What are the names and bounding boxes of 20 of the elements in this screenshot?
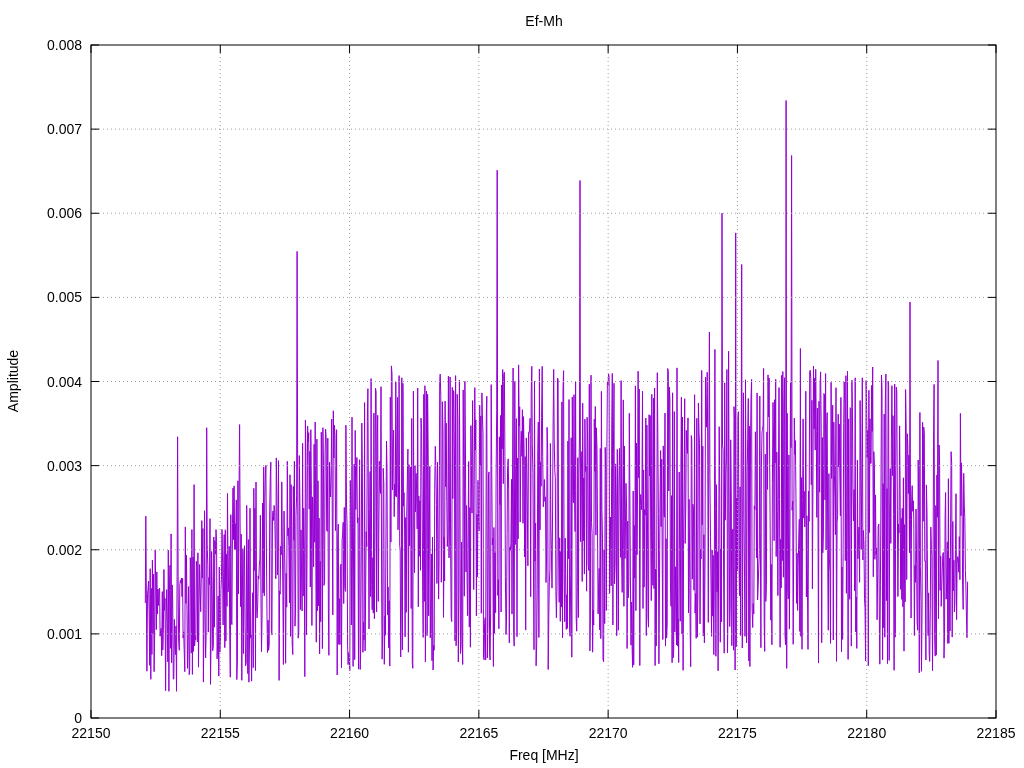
x-tick-label: 22165 <box>459 725 499 741</box>
y-tick-label: 0.005 <box>46 289 82 306</box>
y-tick-label: 0.004 <box>46 373 82 390</box>
x-tick-label: 22180 <box>847 725 887 741</box>
x-tick-label: 22185 <box>976 725 1016 741</box>
y-tick-label: 0.001 <box>46 625 82 642</box>
y-tick-label: 0.008 <box>46 37 82 53</box>
y-tick-label: 0.002 <box>46 541 82 558</box>
x-tick-label: 22150 <box>71 725 111 741</box>
y-tick-label: 0.003 <box>46 457 82 474</box>
x-axis-label: Freq [MHz] <box>509 747 579 763</box>
x-tick-label: 22170 <box>588 725 628 741</box>
y-tick-label: 0 <box>74 710 82 726</box>
y-tick-label: 0.007 <box>46 121 82 138</box>
x-tick-label: 22160 <box>330 725 370 741</box>
x-tick-label: 22175 <box>717 725 757 741</box>
x-tick-label: 22155 <box>200 725 240 741</box>
y-tick-label: 0.006 <box>46 205 82 222</box>
y-axis-label: Amplitude <box>5 349 21 413</box>
chart-title: Ef-Mh <box>525 13 563 29</box>
